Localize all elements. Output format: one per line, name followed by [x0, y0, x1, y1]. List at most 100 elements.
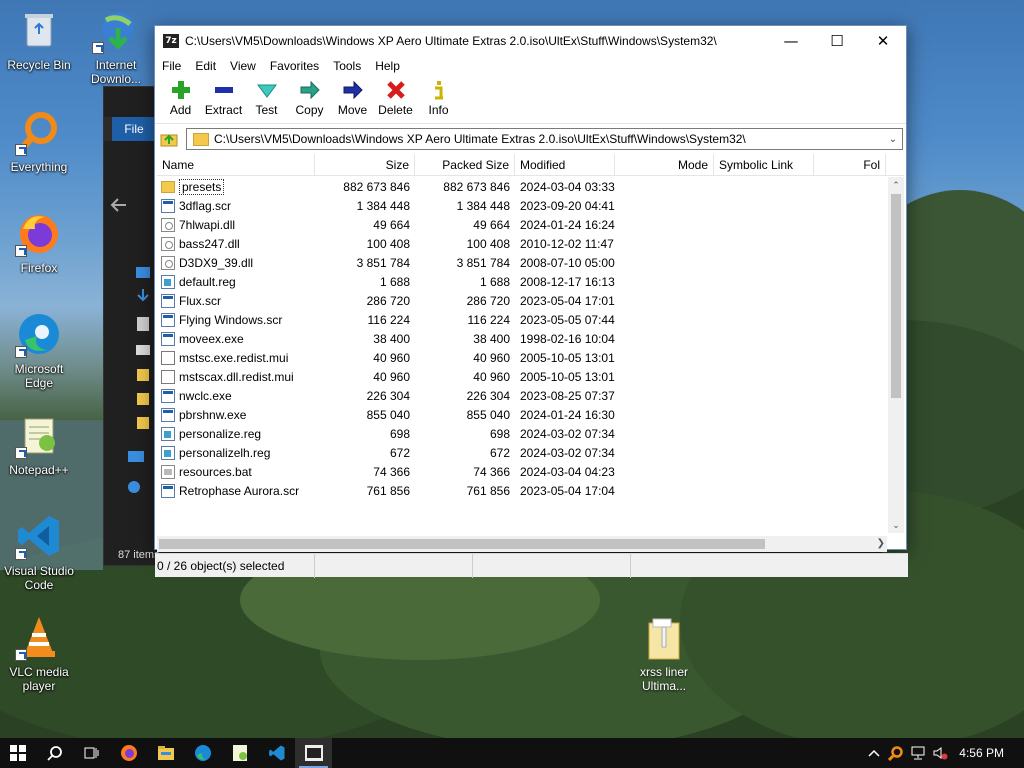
horizontal-scrollbar[interactable]: ❯ [157, 536, 887, 552]
shortcut-arrow-icon [15, 548, 27, 560]
move-button[interactable]: Move [331, 76, 374, 117]
column-size[interactable]: Size [315, 154, 415, 175]
desktop-file-xrss-liner[interactable]: xrss liner Ultima... [628, 617, 700, 693]
file-row[interactable]: resources.bat 74 366 74 366 2024-03-04 04:2… [157, 462, 887, 481]
file-row[interactable]: Flying Windows.scr 116 224 116 224 2023-05-… [157, 310, 887, 329]
taskbar-edge[interactable] [184, 738, 221, 768]
up-folder-button[interactable] [158, 128, 180, 150]
column-name[interactable]: Name [157, 154, 315, 175]
tray-overflow-button[interactable] [863, 738, 885, 768]
file-row[interactable]: personalize.reg 698 698 2024-03-02 07:34 [157, 424, 887, 443]
desktop-icon-notepadpp[interactable]: Notepad++ [1, 411, 77, 477]
scroll-thumb[interactable] [891, 194, 901, 398]
file-row[interactable]: D3DX9_39.dll 3 851 784 3 851 784 2008-07-10… [157, 253, 887, 272]
file-size-cell: 100 408 [366, 236, 410, 251]
desktop-icon-vscode[interactable]: Visual Studio Code [1, 512, 77, 592]
explorer-nav-pane [110, 198, 150, 493]
clock[interactable]: 4:56 PM [951, 746, 1024, 760]
column-mode[interactable]: Mode [615, 154, 714, 175]
file-name: D3DX9_39.dll [179, 255, 254, 270]
move-arrow-icon [343, 80, 363, 100]
file-modified-cell: 2024-03-04 03:33 [520, 179, 615, 194]
network-icon [911, 746, 925, 760]
taskbar-firefox[interactable] [110, 738, 147, 768]
desktop-icon-vlc[interactable]: VLC media player [1, 613, 77, 693]
extract-button[interactable]: Extract [202, 76, 245, 117]
file-row[interactable]: personalizelh.reg 672 672 2024-03-02 07:34 [157, 443, 887, 462]
desktop-icon-label: Everything [10, 160, 68, 174]
file-packed-cell: 38 400 [473, 331, 510, 346]
column-modified[interactable]: Modified [515, 154, 615, 175]
search-button[interactable] [36, 738, 73, 768]
test-button[interactable]: Test [245, 76, 288, 117]
scroll-up-arrow[interactable]: ⌃ [888, 177, 904, 193]
file-modified-cell: 2023-05-04 17:01 [520, 293, 615, 308]
tray-volume[interactable] [929, 738, 951, 768]
file-name: 3dflag.scr [179, 198, 232, 213]
info-icon [434, 81, 443, 100]
start-button[interactable] [0, 738, 36, 768]
desktop-icon-edge[interactable]: Microsoft Edge [1, 310, 77, 390]
file-row[interactable]: 7hlwapi.dll 49 664 49 664 2024-01-24 16:24 [157, 215, 887, 234]
column-folders[interactable]: Fol [814, 154, 886, 175]
exe-file-icon [161, 312, 175, 327]
desktop-icon-firefox[interactable]: Firefox [1, 209, 77, 275]
file-row[interactable]: moveex.exe 38 400 38 400 1998-02-16 10:04 [157, 329, 887, 348]
file-modified-cell: 2023-05-05 07:44 [520, 312, 615, 327]
menu-view[interactable]: View [223, 59, 263, 73]
title-bar[interactable]: 7z C:\Users\VM5\Downloads\Windows XP Aer… [155, 26, 906, 56]
desktop-icon-everything[interactable]: Everything [1, 108, 77, 174]
column-symbolic-link[interactable]: Symbolic Link [714, 154, 814, 175]
file-row[interactable]: 3dflag.scr 1 384 448 1 384 448 2023-09-20 0… [157, 196, 887, 215]
taskbar-file-explorer[interactable] [147, 738, 184, 768]
tray-network[interactable] [907, 738, 929, 768]
menu-file[interactable]: File [155, 59, 188, 73]
file-row[interactable]: pbrshnw.exe 855 040 855 040 2024-01-24 16:3… [157, 405, 887, 424]
file-name: pbrshnw.exe [179, 407, 247, 422]
file-row[interactable]: presets 882 673 846 882 673 846 2024-03-04 … [157, 177, 887, 196]
file-row[interactable]: nwclc.exe 226 304 226 304 2023-08-25 07:37 [157, 386, 887, 405]
desktop-icon-internet-download[interactable]: Internet Downlo... [78, 6, 154, 86]
menu-tools[interactable]: Tools [326, 59, 368, 73]
file-row[interactable]: bass247.dll 100 408 100 408 2010-12-02 11:4… [157, 234, 887, 253]
scroll-right-arrow[interactable]: ❯ [877, 536, 885, 552]
menu-edit[interactable]: Edit [188, 59, 223, 73]
file-name-cell: personalizelh.reg [157, 445, 315, 460]
bat-file-icon [161, 464, 175, 479]
file-row[interactable]: Retrophase Aurora.scr 761 856 761 856 2023-… [157, 481, 887, 500]
file-row[interactable]: default.reg 1 688 1 688 2008-12-17 16:13 [157, 272, 887, 291]
taskbar-notepadpp[interactable] [221, 738, 258, 768]
task-view-button[interactable] [73, 738, 110, 768]
file-size-cell: 49 664 [373, 217, 410, 232]
path-input[interactable]: C:\Users\VM5\Downloads\Windows XP Aero U… [186, 128, 903, 150]
file-list[interactable]: Name Size Packed Size Modified Mode Symb… [157, 154, 904, 536]
desktop-icon-recycle-bin[interactable]: Recycle Bin [1, 6, 77, 72]
tray-everything[interactable] [885, 738, 907, 768]
taskbar-vscode[interactable] [258, 738, 295, 768]
explorer-file-tab[interactable]: File [112, 117, 156, 141]
vertical-scrollbar[interactable]: ⌃ ⌄ [888, 177, 904, 533]
menu-favorites[interactable]: Favorites [263, 59, 326, 73]
h-scroll-thumb[interactable] [159, 539, 765, 549]
file-row[interactable]: mstscax.dll.redist.mui 40 960 40 960 2005-1… [157, 367, 887, 386]
maximize-button[interactable]: ☐ [814, 26, 860, 56]
file-size-cell: 1 688 [379, 274, 410, 289]
folder-zip-icon [648, 618, 680, 660]
file-name: presets [179, 178, 225, 195]
sevenzip-window[interactable]: 7z C:\Users\VM5\Downloads\Windows XP Aer… [154, 25, 908, 578]
scroll-down-arrow[interactable]: ⌄ [888, 517, 904, 533]
column-packed-size[interactable]: Packed Size [415, 154, 515, 175]
taskbar-sevenzip[interactable] [295, 738, 332, 768]
file-packed-cell: 761 856 [466, 483, 510, 498]
delete-button[interactable]: Delete [374, 76, 417, 117]
menu-bar: File Edit View Favorites Tools Help [155, 56, 906, 76]
minimize-button[interactable]: — [768, 26, 814, 56]
chevron-down-icon[interactable]: ⌄ [884, 134, 902, 145]
copy-button[interactable]: Copy [288, 76, 331, 117]
close-button[interactable]: ✕ [860, 26, 906, 56]
file-row[interactable]: mstsc.exe.redist.mui 40 960 40 960 2005-10-… [157, 348, 887, 367]
menu-help[interactable]: Help [368, 59, 407, 73]
add-button[interactable]: Add [159, 76, 202, 117]
file-row[interactable]: Flux.scr 286 720 286 720 2023-05-04 17:01 [157, 291, 887, 310]
info-button[interactable]: Info [417, 76, 460, 117]
